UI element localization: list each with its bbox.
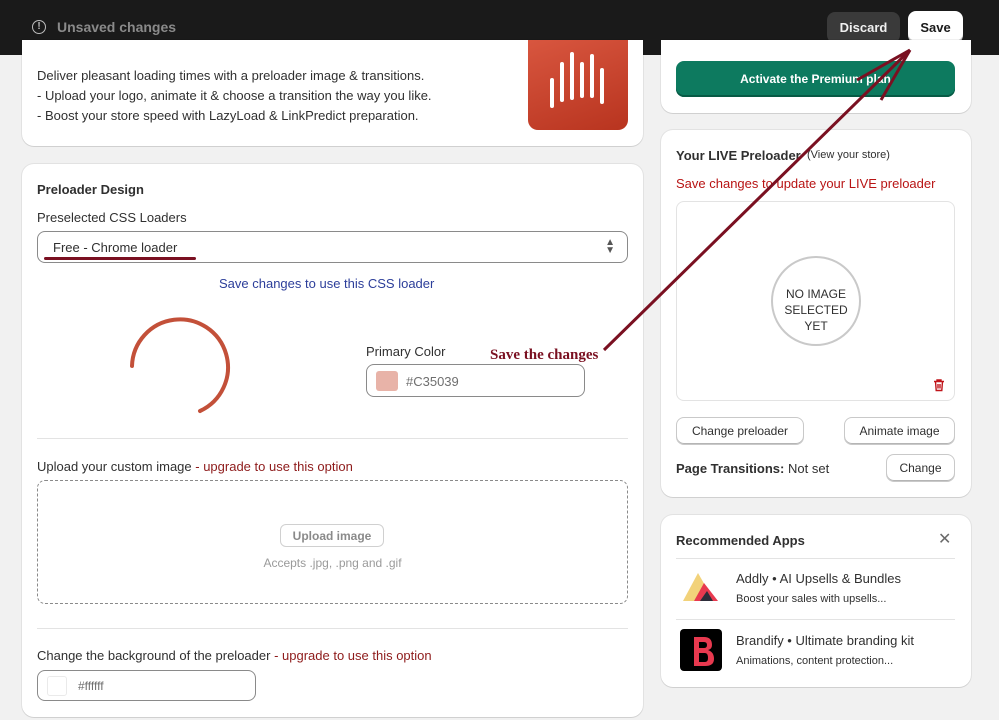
divider (676, 619, 955, 620)
background-color-value: #ffffff (78, 679, 104, 693)
recommended-apps-card: Recommended Apps ✕ Addly • AI Upsells & … (661, 515, 971, 687)
section-heading: Preloader Design (37, 182, 144, 197)
chrome-loader-spinner-icon (130, 317, 230, 413)
close-icon[interactable]: ✕ (938, 529, 951, 549)
change-preloader-button[interactable]: Change preloader (676, 417, 804, 445)
upload-image-button[interactable]: Upload image (280, 524, 384, 547)
recommended-title: Recommended Apps (676, 533, 805, 548)
no-image-text: SELECTED YET (784, 303, 848, 333)
save-button[interactable]: Save (908, 11, 963, 43)
image-dropzone[interactable]: Upload image Accepts .jpg, .png and .gif (37, 480, 628, 604)
live-preloader-card: Your LIVE Preloader (View your store) Sa… (661, 130, 971, 497)
upgrade-link[interactable]: - upgrade to use this option (274, 648, 432, 663)
upload-label: Upload your custom image - upgrade to us… (37, 459, 353, 474)
no-image-text: NO IMAGE (785, 287, 846, 301)
change-transitions-button[interactable]: Change (886, 454, 955, 482)
animate-image-button[interactable]: Animate image (844, 417, 955, 445)
addly-app-icon[interactable] (680, 565, 722, 607)
select-chevron-icon: ▲ ▼ (605, 237, 615, 256)
premium-card: Activate the Premium plan (661, 40, 971, 113)
color-swatch[interactable] (47, 676, 67, 696)
live-warning: Save changes to update your LIVE preload… (676, 176, 936, 191)
discard-button[interactable]: Discard (827, 12, 900, 43)
intro-line: - Upload your logo, animate it & choose … (37, 88, 432, 103)
page-transitions-label: Page Transitions: (676, 461, 785, 476)
divider (37, 628, 628, 629)
divider (37, 438, 628, 439)
primary-color-label: Primary Color (366, 344, 446, 359)
primary-color-value: #C35039 (406, 374, 459, 389)
page-transitions-value: Not set (788, 461, 830, 476)
activate-premium-button[interactable]: Activate the Premium plan (676, 61, 955, 97)
annotation-text: Save the changes (490, 347, 599, 363)
accepted-formats: Accepts .jpg, .png and .gif (263, 556, 402, 570)
app-description: Animations, content protection... (736, 655, 894, 667)
app-name[interactable]: Brandify • Ultimate branding kit (736, 633, 914, 648)
preloader-preview: NO IMAGE SELECTED YET (676, 201, 955, 401)
info-icon: ! (32, 20, 46, 34)
background-label: Change the background of the preloader -… (37, 648, 432, 663)
save-css-loader-link[interactable]: Save changes to use this CSS loader (219, 276, 434, 291)
live-preloader-title: Your LIVE Preloader (676, 148, 801, 163)
app-logo (528, 40, 628, 130)
trash-icon[interactable] (932, 378, 946, 392)
brandify-app-icon[interactable] (680, 629, 722, 671)
select-value: Free - Chrome loader (53, 240, 178, 255)
page-transitions: Page Transitions: Not set (676, 461, 829, 476)
background-label-text: Change the background of the preloader (37, 648, 271, 663)
unsaved-status: Unsaved changes (57, 19, 177, 35)
preloader-design-card: Preloader Design Preselected CSS Loaders… (22, 164, 643, 717)
app-name[interactable]: Addly • AI Upsells & Bundles (736, 571, 901, 586)
select-label: Preselected CSS Loaders (37, 210, 187, 225)
app-description: Boost your sales with upsells... (736, 593, 887, 605)
upload-label-text: Upload your custom image (37, 459, 192, 474)
annotation-underline (44, 257, 196, 260)
intro-line: Deliver pleasant loading times with a pr… (37, 68, 425, 83)
upgrade-link[interactable]: - upgrade to use this option (195, 459, 353, 474)
intro-card: Deliver pleasant loading times with a pr… (22, 40, 643, 146)
primary-color-input[interactable]: #C35039 (366, 364, 585, 397)
no-image-placeholder: NO IMAGE SELECTED YET (771, 256, 861, 346)
intro-line: - Boost your store speed with LazyLoad &… (37, 108, 419, 123)
divider (676, 558, 955, 559)
color-swatch[interactable] (376, 371, 398, 391)
view-store-link[interactable]: (View your store) (807, 149, 890, 161)
background-color-input[interactable]: #ffffff (37, 670, 256, 701)
